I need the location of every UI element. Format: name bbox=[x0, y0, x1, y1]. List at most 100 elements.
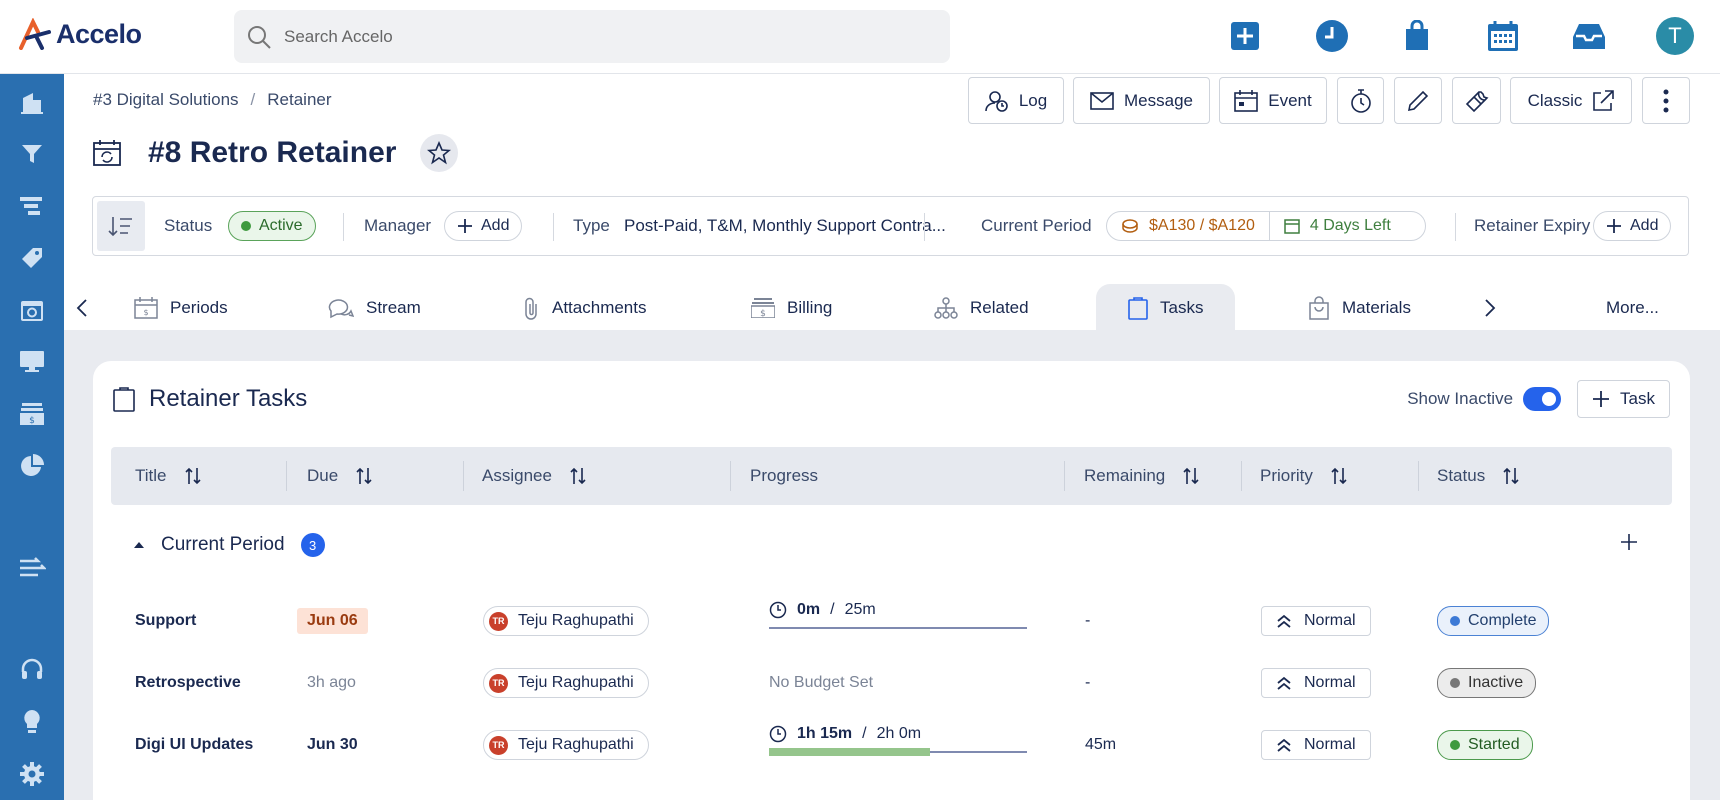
column-divider bbox=[1241, 461, 1242, 491]
show-inactive-toggle[interactable] bbox=[1523, 387, 1562, 411]
progress-bar-fill bbox=[769, 748, 931, 756]
search-input[interactable] bbox=[284, 26, 884, 47]
edit-button[interactable] bbox=[1394, 77, 1442, 124]
shopping-button[interactable] bbox=[1397, 16, 1437, 56]
stopwatch-button[interactable] bbox=[1337, 77, 1384, 124]
column-assignee-label: Assignee bbox=[482, 466, 552, 485]
sidebar-item-activity[interactable] bbox=[14, 550, 50, 586]
sidebar-item-companies[interactable] bbox=[14, 84, 50, 120]
tab-materials[interactable]: Materials bbox=[1308, 284, 1411, 332]
status-badge[interactable]: Complete bbox=[1437, 606, 1550, 636]
status-badge[interactable]: Inactive bbox=[1437, 668, 1537, 698]
add-expiry-button[interactable]: Add bbox=[1593, 211, 1672, 241]
sidebar-item-reports[interactable] bbox=[14, 448, 50, 484]
budget-value: $A130 / $A120 bbox=[1149, 217, 1255, 234]
inbox-button[interactable] bbox=[1569, 16, 1609, 56]
progress-used: 1h 15m bbox=[797, 725, 853, 742]
due-date: 3h ago bbox=[307, 674, 356, 691]
collapse-info-button[interactable] bbox=[97, 201, 145, 251]
assignee-chip[interactable]: TR Teju Raghupathi bbox=[483, 668, 649, 698]
task-title[interactable]: Support bbox=[135, 593, 196, 649]
group-header-current-period[interactable]: Current Period 3 bbox=[133, 533, 325, 557]
progress-text: 0m / 25m bbox=[769, 601, 1027, 619]
column-assignee[interactable]: Assignee bbox=[482, 447, 586, 505]
priority-badge[interactable]: Normal bbox=[1261, 606, 1371, 636]
double-chevron-up-icon bbox=[1277, 676, 1291, 690]
show-inactive-label: Show Inactive bbox=[1407, 389, 1514, 408]
task-title[interactable]: Retrospective bbox=[135, 655, 241, 711]
chevron-right-icon bbox=[1485, 299, 1496, 317]
message-button[interactable]: Message bbox=[1073, 77, 1210, 124]
sidebar-item-tickets[interactable] bbox=[14, 240, 50, 276]
sidebar-item-dashboard[interactable] bbox=[14, 344, 50, 380]
sidebar-item-retainers[interactable] bbox=[14, 292, 50, 328]
sidebar-item-ideas[interactable] bbox=[14, 704, 50, 740]
tab-more[interactable]: More... bbox=[1606, 284, 1659, 332]
more-actions-button[interactable] bbox=[1642, 77, 1690, 124]
column-title[interactable]: Title bbox=[135, 447, 201, 505]
column-due[interactable]: Due bbox=[307, 447, 372, 505]
sidebar-item-projects[interactable] bbox=[14, 188, 50, 224]
calendar-button[interactable] bbox=[1483, 16, 1523, 56]
column-status[interactable]: Status bbox=[1437, 447, 1519, 505]
period-budget-pill[interactable]: $A130 / $A120 4 Days Left bbox=[1106, 211, 1426, 241]
tabs-scroll-right[interactable] bbox=[1484, 284, 1496, 332]
priority-badge[interactable]: Normal bbox=[1261, 668, 1371, 698]
add-manager-button[interactable]: Add bbox=[444, 211, 523, 241]
assignee-chip[interactable]: TR Teju Raghupathi bbox=[483, 730, 649, 760]
double-chevron-up-icon bbox=[1277, 738, 1291, 752]
breadcrumb-current[interactable]: Retainer bbox=[267, 90, 331, 110]
tab-attachments[interactable]: Attachments bbox=[524, 284, 647, 332]
avatar: TR bbox=[489, 735, 508, 755]
tab-related[interactable]: Related bbox=[934, 284, 1029, 332]
classic-view-button[interactable]: Classic bbox=[1510, 77, 1632, 124]
add-to-group-button[interactable] bbox=[1620, 533, 1638, 551]
clock-icon bbox=[1316, 20, 1348, 52]
budget-segment: $A130 / $A120 bbox=[1107, 212, 1270, 240]
event-button[interactable]: Event bbox=[1219, 77, 1327, 124]
event-button-label: Event bbox=[1268, 90, 1312, 110]
accelo-logo[interactable]: Accelo bbox=[18, 18, 142, 50]
create-button[interactable] bbox=[1225, 16, 1265, 56]
tab-tasks-label: Tasks bbox=[1160, 298, 1204, 317]
status-value: Complete bbox=[1468, 612, 1537, 629]
timer-button[interactable] bbox=[1312, 16, 1352, 56]
sidebar-item-support[interactable] bbox=[14, 652, 50, 688]
priority-badge[interactable]: Normal bbox=[1261, 730, 1371, 760]
log-time-icon bbox=[985, 90, 1008, 112]
status-badge[interactable]: Active bbox=[228, 211, 316, 241]
log-button[interactable]: Log bbox=[968, 77, 1064, 124]
tab-materials-label: Materials bbox=[1342, 298, 1411, 317]
status-value: Started bbox=[1468, 736, 1520, 753]
page-title: #8 Retro Retainer bbox=[148, 136, 397, 169]
table-row[interactable]: Digi UI Updates Jun 30 TR Teju Raghupathi… bbox=[93, 717, 1690, 773]
status-badge[interactable]: Started bbox=[1437, 730, 1533, 760]
favorite-button[interactable] bbox=[420, 134, 459, 172]
add-task-button[interactable]: Task bbox=[1577, 380, 1670, 418]
breadcrumb-parent-link[interactable]: #3 Digital Solutions bbox=[93, 90, 239, 110]
retainer-icon bbox=[93, 140, 121, 166]
table-row[interactable]: Retrospective 3h ago TR Teju Raghupathi N… bbox=[93, 655, 1690, 711]
column-priority[interactable]: Priority bbox=[1260, 447, 1347, 505]
sidebar-item-sales[interactable] bbox=[14, 136, 50, 172]
sidebar-item-billing[interactable]: $ bbox=[14, 396, 50, 432]
search-bar[interactable] bbox=[234, 10, 950, 63]
tab-stream[interactable]: Stream bbox=[328, 284, 421, 332]
tab-tasks[interactable]: Tasks bbox=[1096, 284, 1236, 332]
progress-used: 0m bbox=[797, 601, 821, 618]
message-button-label: Message bbox=[1124, 90, 1193, 110]
tab-bar: $ Periods Stream Attachments $ Billing R… bbox=[64, 284, 1720, 332]
user-avatar[interactable]: T bbox=[1656, 17, 1694, 55]
assignee-chip[interactable]: TR Teju Raghupathi bbox=[483, 606, 649, 636]
column-remaining[interactable]: Remaining bbox=[1084, 447, 1199, 505]
due-date: Jun 06 bbox=[297, 593, 368, 649]
tabs-scroll-left[interactable] bbox=[76, 284, 88, 332]
building-icon bbox=[21, 93, 43, 114]
tab-periods[interactable]: $ Periods bbox=[134, 284, 228, 332]
tab-billing[interactable]: $ Billing bbox=[751, 284, 832, 332]
sidebar-item-settings[interactable] bbox=[14, 756, 50, 792]
tools-button[interactable] bbox=[1452, 77, 1501, 124]
hierarchy-icon bbox=[934, 297, 958, 319]
task-title[interactable]: Digi UI Updates bbox=[135, 717, 253, 773]
table-row[interactable]: Support Jun 06 TR Teju Raghupathi 0m / 25… bbox=[93, 593, 1690, 649]
